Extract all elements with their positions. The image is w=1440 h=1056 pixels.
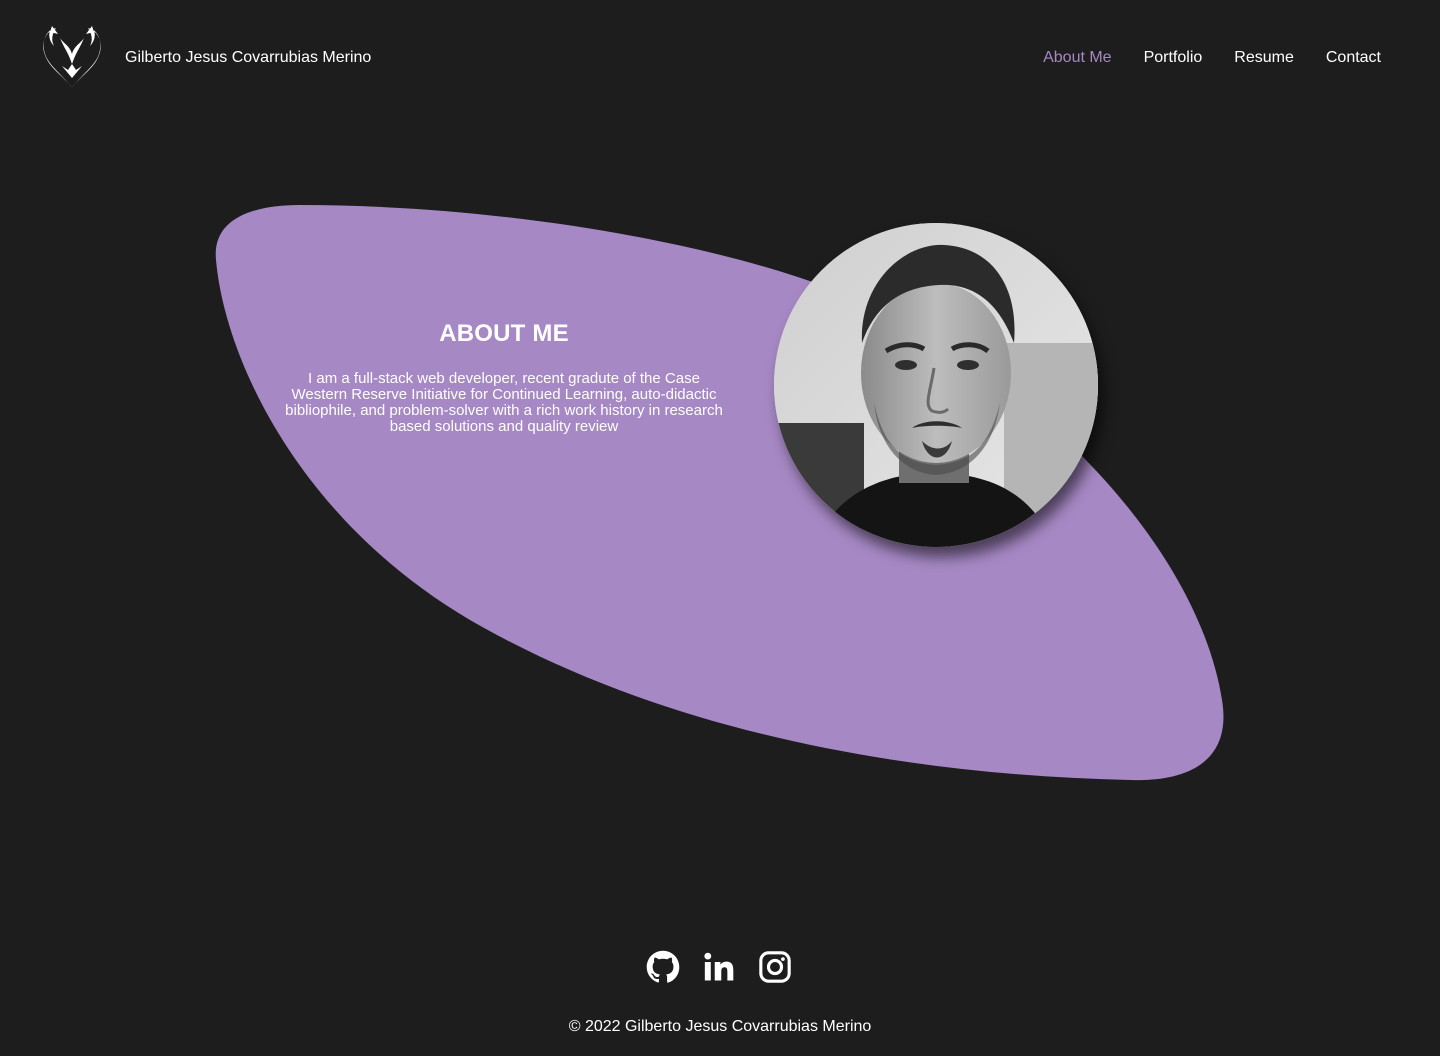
linkedin-icon[interactable] bbox=[702, 950, 736, 984]
github-icon[interactable] bbox=[646, 950, 680, 984]
social-links bbox=[646, 950, 792, 984]
profile-photo bbox=[774, 223, 1098, 547]
page: Gilberto Jesus Covarrubias Merino About … bbox=[0, 0, 1440, 1056]
about-description: I am a full-stack web developer, recent … bbox=[285, 370, 723, 435]
instagram-icon[interactable] bbox=[758, 950, 792, 984]
about-title: ABOUT ME bbox=[439, 320, 569, 347]
copyright-text: © 2022 Gilberto Jesus Covarrubias Merino bbox=[568, 1018, 872, 1035]
hero-blob-shape bbox=[215, 205, 1224, 781]
